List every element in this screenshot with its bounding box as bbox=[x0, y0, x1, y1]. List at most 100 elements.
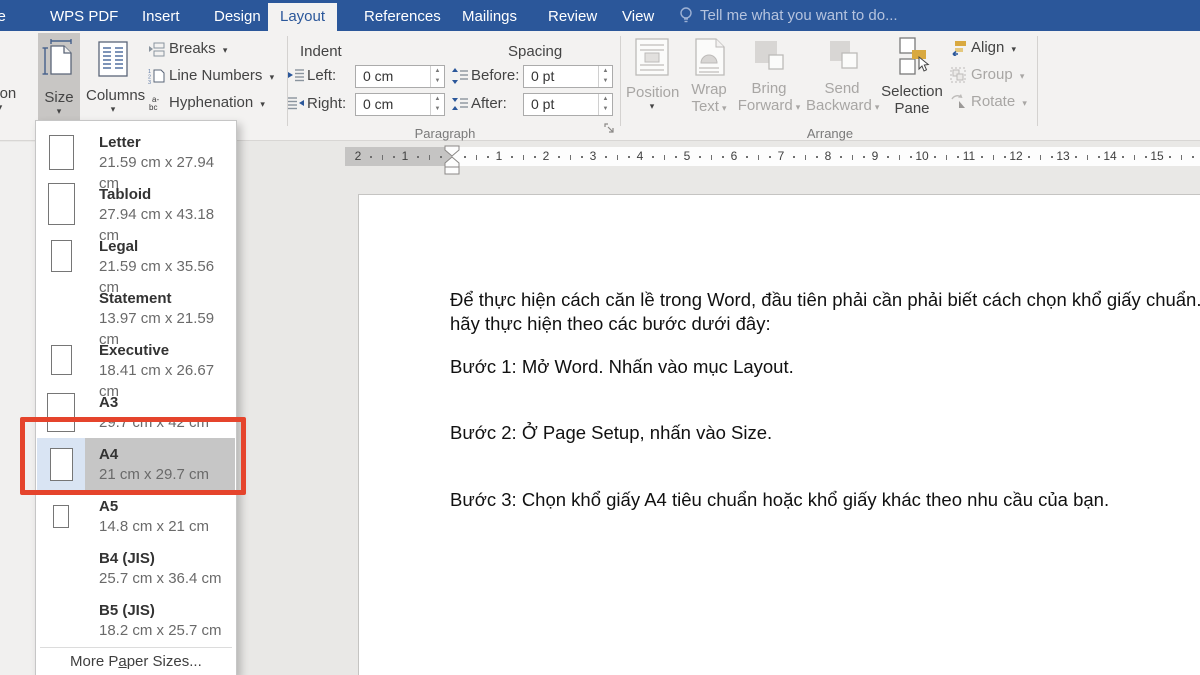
ruler-tick bbox=[675, 156, 677, 158]
spacing-after-input[interactable]: 0 pt ▲▼ bbox=[523, 93, 613, 116]
hyphenation-button[interactable]: a- bc Hyphenation bbox=[148, 92, 265, 114]
bring-forward-label-2: Forward bbox=[736, 97, 802, 116]
paper-size-option-statement[interactable]: Statement13.97 cm x 21.59 cm bbox=[37, 282, 235, 334]
paper-size-name: B5 (JIS) bbox=[99, 601, 222, 620]
group-button: Group bbox=[950, 65, 1024, 85]
ruler-tick bbox=[664, 155, 665, 160]
group-separator bbox=[1037, 36, 1038, 126]
paper-size-option-tabloid[interactable]: Tabloid27.94 cm x 43.18 cm bbox=[37, 178, 235, 230]
paper-size-dimensions: 21 cm x 29.7 cm bbox=[99, 464, 209, 485]
paper-size-option-legal[interactable]: Legal21.59 cm x 35.56 cm bbox=[37, 230, 235, 282]
lightbulb-icon bbox=[678, 6, 694, 25]
breaks-button[interactable]: Breaks bbox=[148, 38, 227, 60]
paper-size-name: Letter bbox=[99, 133, 235, 152]
chevron-down-icon bbox=[0, 102, 26, 112]
more-paper-sizes-item[interactable]: More Paper Sizes... bbox=[36, 648, 236, 675]
spacing-after-icon bbox=[452, 96, 468, 112]
paragraph: Bước 2: Ở Page Setup, nhấn vào Size. bbox=[450, 421, 772, 445]
ruler-tick bbox=[1040, 155, 1041, 160]
ruler-tick bbox=[617, 155, 618, 160]
bring-forward-icon bbox=[751, 39, 787, 75]
ruler-tick bbox=[1004, 156, 1006, 158]
spacing-after-spinner[interactable]: ▲▼ bbox=[598, 94, 612, 115]
tab-design[interactable]: Design bbox=[202, 3, 273, 31]
paper-size-icon bbox=[37, 126, 85, 178]
align-button[interactable]: Align bbox=[950, 38, 1016, 58]
tab-me[interactable]: me bbox=[0, 3, 18, 31]
paper-size-option-b5-jis-[interactable]: B5 (JIS)18.2 cm x 25.7 cm bbox=[37, 594, 235, 646]
word-application-window: me WPS PDFInsert DesignLayout ReferencesMai… bbox=[0, 0, 1200, 675]
tab-review[interactable]: Review bbox=[536, 3, 609, 31]
orientation-button[interactable]: ation bbox=[0, 33, 26, 112]
columns-button[interactable]: Columns bbox=[86, 33, 140, 125]
ruler-tick bbox=[711, 155, 712, 160]
send-backward-label-2: Backward bbox=[806, 97, 878, 116]
ruler-number: 15 bbox=[1150, 149, 1163, 163]
ruler-number: 4 bbox=[637, 149, 644, 163]
paper-size-option-letter[interactable]: Letter21.59 cm x 27.94 cm bbox=[37, 126, 235, 178]
ruler-tick bbox=[758, 155, 759, 160]
line-numbers-button[interactable]: 1 2 3 Line Numbers bbox=[148, 65, 274, 87]
rotate-button: Rotate bbox=[950, 92, 1027, 112]
paper-size-option-a5[interactable]: A514.8 cm x 21 cm bbox=[37, 490, 235, 542]
ruler-tick bbox=[1051, 156, 1053, 158]
ruler-number: 10 bbox=[915, 149, 928, 163]
wrap-text-label-1: Wrap bbox=[682, 81, 736, 98]
selection-pane-icon bbox=[892, 37, 932, 79]
ruler-number: 6 bbox=[731, 149, 738, 163]
hyphenation-icon: a- bc bbox=[148, 95, 165, 111]
indent-right-input[interactable]: 0 cm ▲▼ bbox=[355, 93, 445, 116]
indent-right-spinner[interactable]: ▲▼ bbox=[430, 94, 444, 115]
send-backward-icon bbox=[824, 39, 860, 75]
ruler-number: 3 bbox=[590, 149, 597, 163]
tab-layout[interactable]: Layout bbox=[268, 3, 337, 31]
spacing-before-spinner[interactable]: ▲▼ bbox=[598, 66, 612, 87]
wrap-text-button: Wrap Text bbox=[682, 33, 736, 117]
indent-left-spinner[interactable]: ▲▼ bbox=[430, 66, 444, 87]
ruler-tick bbox=[946, 155, 947, 160]
paper-size-name: Executive bbox=[99, 341, 235, 360]
selection-pane-button[interactable]: Selection Pane bbox=[880, 33, 944, 117]
size-button[interactable]: Size bbox=[38, 33, 80, 125]
paper-size-option-a4[interactable]: A421 cm x 29.7 cm bbox=[37, 438, 235, 490]
horizontal-ruler[interactable]: 12123456789101112131415 bbox=[345, 147, 1200, 166]
indent-markers[interactable] bbox=[438, 145, 466, 175]
ruler-tick bbox=[699, 156, 701, 158]
size-dropdown-menu: Letter21.59 cm x 27.94 cmTabloid27.94 cm… bbox=[35, 120, 237, 675]
left-margin-strip bbox=[0, 142, 35, 675]
tab-references[interactable]: References bbox=[352, 3, 453, 31]
ruler-tick bbox=[793, 156, 795, 158]
paper-size-icon bbox=[37, 438, 85, 490]
paper-size-option-b4-jis-[interactable]: B4 (JIS)25.7 cm x 36.4 cm bbox=[37, 542, 235, 594]
paragraph-dialog-launcher-icon[interactable] bbox=[604, 123, 615, 134]
ruler-tick bbox=[1098, 156, 1100, 158]
ruler-number: 1 bbox=[496, 149, 503, 163]
tab-view[interactable]: View bbox=[610, 3, 666, 31]
paper-size-option-a3[interactable]: A329.7 cm x 42 cm bbox=[37, 386, 235, 438]
ribbon-tab-bar: me WPS PDFInsert DesignLayout ReferencesMai… bbox=[0, 0, 1200, 31]
paper-size-dimensions: 29.7 cm x 42 cm bbox=[99, 412, 209, 433]
tell-me-search-input[interactable]: Tell me what you want to do... bbox=[700, 0, 898, 31]
chevron-down-icon bbox=[626, 101, 678, 111]
bring-forward-label-1: Bring bbox=[736, 80, 802, 97]
spacing-before-input[interactable]: 0 pt ▲▼ bbox=[523, 65, 613, 88]
paper-size-option-executive[interactable]: Executive18.41 cm x 26.67 cm bbox=[37, 334, 235, 386]
tab-mailings[interactable]: Mailings bbox=[450, 3, 529, 31]
svg-text:bc: bc bbox=[149, 103, 157, 111]
paper-size-icon bbox=[37, 282, 85, 334]
paper-size-dimensions: 25.7 cm x 36.4 cm bbox=[99, 568, 222, 589]
ruler-tick bbox=[558, 156, 560, 158]
ruler-tick bbox=[957, 156, 959, 158]
indent-left-input[interactable]: 0 cm ▲▼ bbox=[355, 65, 445, 88]
ruler-number: 1 bbox=[402, 149, 409, 163]
tab-wps-pdf[interactable]: WPS PDF bbox=[38, 3, 130, 31]
size-label: Size bbox=[38, 89, 80, 106]
paper-size-name: Tabloid bbox=[99, 185, 235, 204]
ruler-tick bbox=[429, 155, 430, 160]
spacing-after-label: After: bbox=[471, 95, 507, 112]
indent-right-icon bbox=[288, 96, 304, 110]
paper-size-name: A4 bbox=[99, 445, 209, 464]
spacing-section-label: Spacing bbox=[508, 43, 562, 60]
tab-insert[interactable]: Insert bbox=[130, 3, 192, 31]
paper-size-icon bbox=[37, 594, 85, 646]
